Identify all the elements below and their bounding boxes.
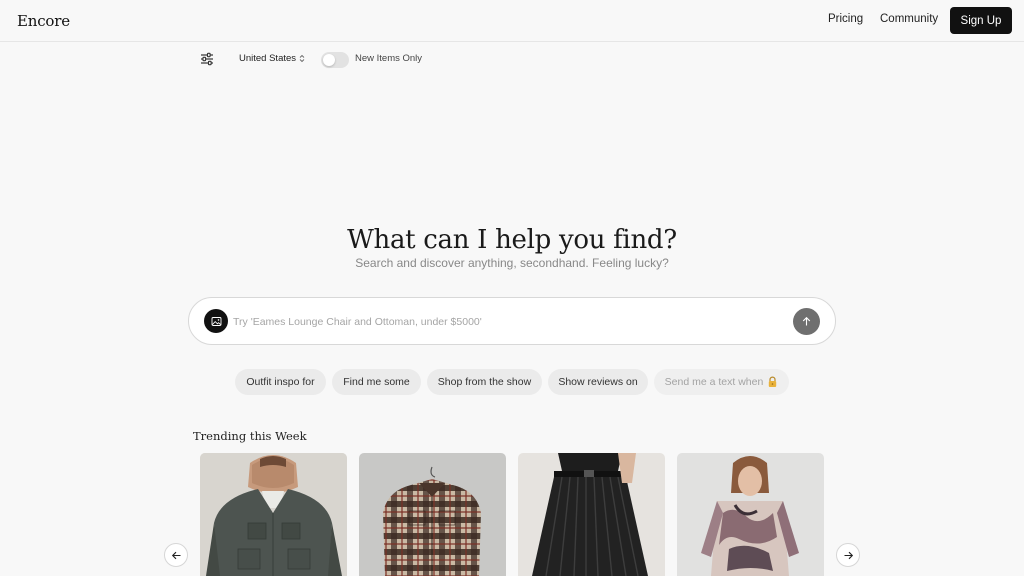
country-select[interactable]: United States bbox=[239, 53, 305, 64]
chip-outfit-inspo[interactable]: Outfit inspo for bbox=[235, 369, 326, 395]
page-subtitle: Search and discover anything, secondhand… bbox=[355, 256, 669, 270]
sliders-icon[interactable] bbox=[200, 52, 214, 66]
logo[interactable]: Encore bbox=[17, 12, 70, 30]
trending-item-plaid-shirt[interactable] bbox=[359, 453, 506, 576]
new-items-label: New Items Only bbox=[355, 53, 423, 64]
carousel-prev-button[interactable] bbox=[164, 543, 188, 567]
nav-community-link[interactable]: Community bbox=[880, 13, 938, 25]
chip-find-me-some[interactable]: Find me some bbox=[332, 369, 421, 395]
trending-title: Trending this Week bbox=[193, 429, 307, 443]
chip-send-text-locked[interactable]: Send me a text when bbox=[654, 369, 789, 395]
country-label: United States bbox=[239, 53, 297, 64]
arrow-left-icon bbox=[171, 550, 182, 561]
nav-pricing-link[interactable]: Pricing bbox=[828, 13, 863, 25]
page-title: What can I help you find? bbox=[347, 225, 677, 255]
search-input[interactable] bbox=[233, 312, 783, 332]
chip-label: Find me some bbox=[343, 376, 410, 388]
chevron-up-down-icon bbox=[299, 54, 305, 63]
trending-item-jacket[interactable] bbox=[200, 453, 347, 576]
chip-label: Show reviews on bbox=[558, 376, 638, 388]
toggle-knob bbox=[323, 54, 335, 66]
arrow-right-icon bbox=[843, 550, 854, 561]
product-image bbox=[200, 453, 347, 576]
chip-label: Shop from the show bbox=[437, 376, 532, 388]
product-image bbox=[677, 453, 824, 576]
arrow-up-icon bbox=[801, 316, 812, 327]
trending-item-printed-top[interactable] bbox=[677, 453, 824, 576]
lock-icon bbox=[767, 376, 778, 388]
submit-search-button[interactable] bbox=[793, 308, 820, 335]
product-image bbox=[359, 453, 506, 576]
chip-shop-from-show[interactable]: Shop from the show bbox=[427, 369, 542, 395]
image-search-button[interactable] bbox=[204, 309, 228, 333]
chip-label: Send me a text when bbox=[664, 376, 764, 388]
product-image bbox=[518, 453, 665, 576]
carousel-next-button[interactable] bbox=[836, 543, 860, 567]
chip-show-reviews[interactable]: Show reviews on bbox=[548, 369, 648, 395]
page: Encore Pricing Community Sign Up United … bbox=[0, 0, 1024, 576]
chip-label: Outfit inspo for bbox=[246, 376, 315, 388]
image-icon bbox=[211, 316, 222, 327]
search-bar bbox=[188, 297, 836, 345]
new-items-toggle[interactable] bbox=[321, 52, 349, 68]
sign-up-button[interactable]: Sign Up bbox=[950, 7, 1012, 34]
trending-item-pleated-skirt[interactable] bbox=[518, 453, 665, 576]
top-nav: Encore Pricing Community Sign Up bbox=[0, 0, 1024, 42]
